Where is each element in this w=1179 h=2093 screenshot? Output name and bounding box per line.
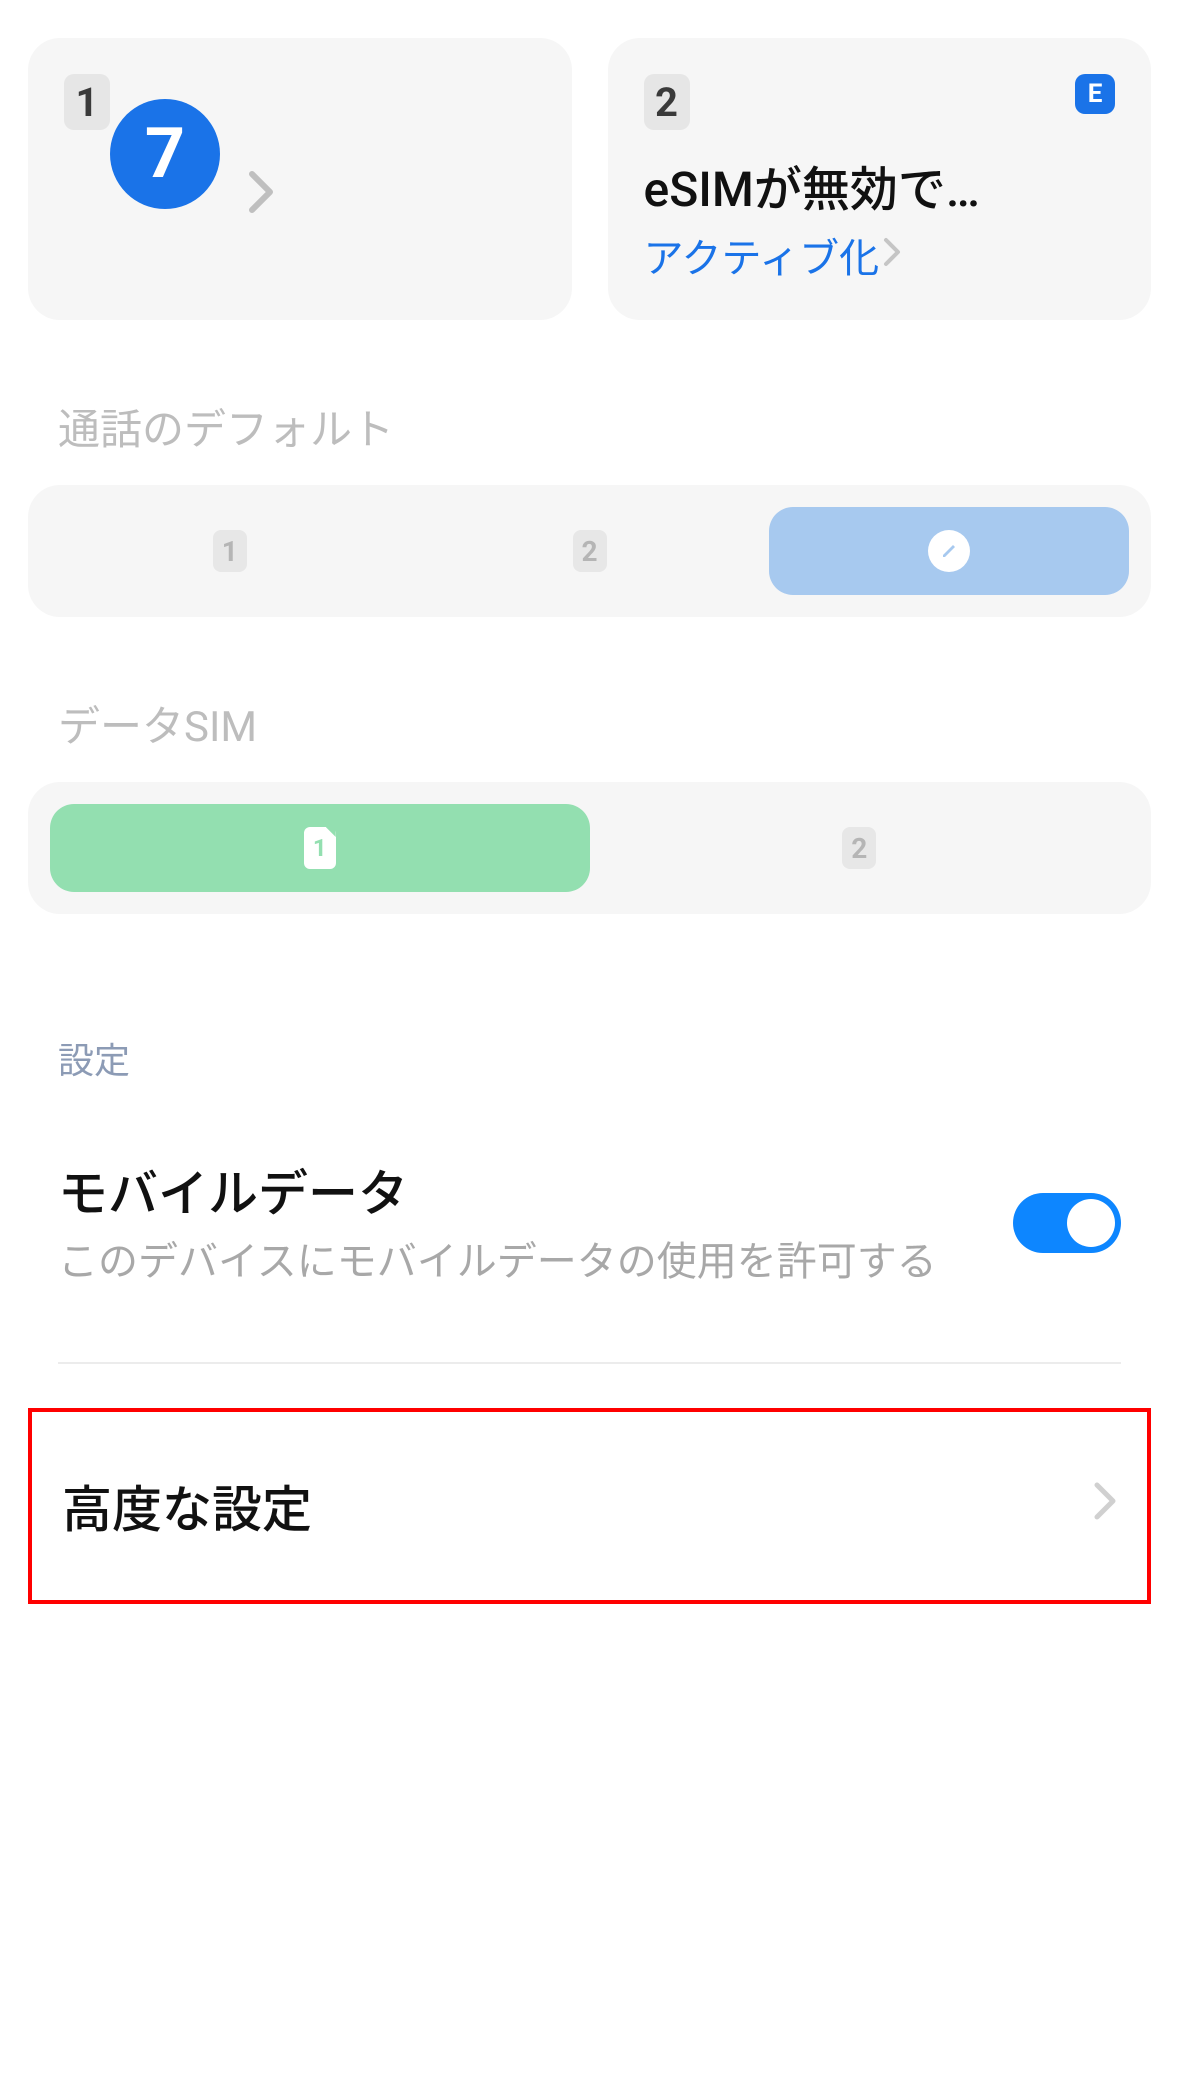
pencil-circle-icon (928, 530, 970, 572)
call-default-opt-ask[interactable] (769, 507, 1129, 595)
chevron-right-icon (883, 234, 901, 276)
mobile-data-text: モバイルデータ このデバイスにモバイルデータの使用を許可する (58, 1154, 983, 1292)
sim-2-badge: 2 (644, 74, 690, 130)
data-sim-label: データSIM (0, 693, 1179, 754)
data-sim-opt-2[interactable]: 2 (590, 804, 1130, 892)
sim-card-1[interactable]: 1 7 (28, 38, 572, 320)
chevron-right-icon (248, 170, 536, 226)
sim-2-chip-icon: 2 (842, 827, 876, 869)
sim-2-status: eSIMが無効で… (644, 150, 1116, 220)
call-default-segment: 1 2 (28, 485, 1151, 617)
esim-e-badge: E (1075, 74, 1115, 114)
call-default-opt-1[interactable]: 1 (50, 507, 410, 595)
toggle-knob (1067, 1199, 1115, 1247)
mobile-data-title: モバイルデータ (58, 1154, 983, 1226)
sim-2-chip-icon: 2 (573, 530, 607, 572)
advanced-settings-title: 高度な設定 (62, 1470, 312, 1542)
settings-section-header: 設定 (0, 1032, 1179, 1084)
sim-1-chip-icon: 1 (304, 827, 336, 869)
chevron-right-icon (1093, 1479, 1117, 1533)
divider (58, 1362, 1121, 1364)
mobile-data-toggle[interactable] (1013, 1193, 1121, 1253)
data-sim-segment: 1 2 (28, 782, 1151, 914)
sim-cards-row: 1 7 2 E eSIMが無効で… アクティブ化 (0, 0, 1179, 320)
sim-2-activate-link[interactable]: アクティブ化 (644, 226, 1116, 284)
call-default-label: 通話のデフォルト (0, 396, 1179, 457)
data-sim-opt-1[interactable]: 1 (50, 804, 590, 892)
step-badge-7: 7 (110, 99, 220, 209)
mobile-data-row: モバイルデータ このデバイスにモバイルデータの使用を許可する (0, 1084, 1179, 1292)
call-default-opt-2[interactable]: 2 (410, 507, 770, 595)
sim-1-badge: 1 (64, 74, 110, 130)
advanced-settings-row[interactable]: 高度な設定 (28, 1408, 1151, 1604)
mobile-data-desc: このデバイスにモバイルデータの使用を許可する (58, 1232, 983, 1292)
activate-label: アクティブ化 (644, 226, 880, 284)
sim-1-chip-icon: 1 (213, 530, 247, 572)
sim-card-2[interactable]: 2 E eSIMが無効で… アクティブ化 (608, 38, 1152, 320)
